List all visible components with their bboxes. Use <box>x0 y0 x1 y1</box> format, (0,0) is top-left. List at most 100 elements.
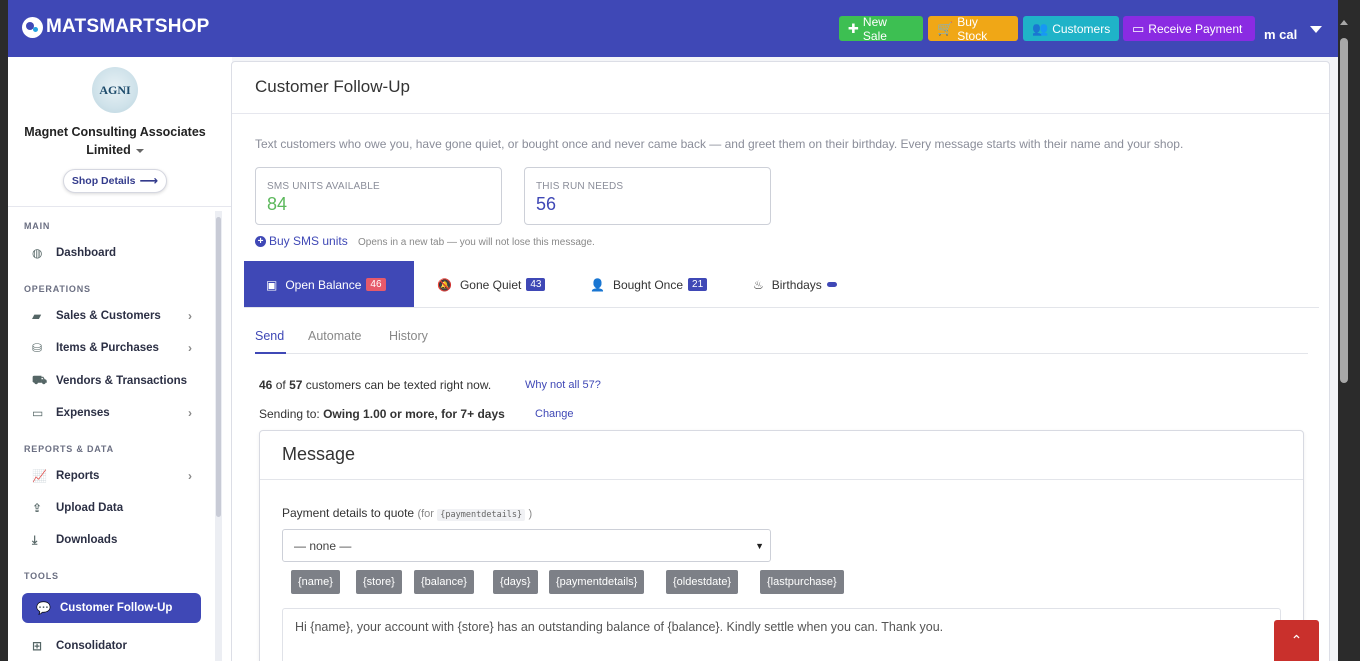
stat-value: 56 <box>536 194 557 214</box>
sidebar-item-label: Expenses <box>56 407 110 419</box>
chevron-right-icon: › <box>188 309 192 323</box>
shop-details-button[interactable]: Shop Details ⟶ <box>63 169 167 193</box>
sidebar-item-sales-customers[interactable]: ▰ Sales & Customers › <box>32 306 192 326</box>
chevron-right-icon: › <box>188 341 192 355</box>
count-badge: 43 <box>526 278 546 291</box>
stat-label: THIS RUN NEEDS <box>536 181 624 192</box>
message-title: Message <box>282 444 356 464</box>
payment-details-label: Payment details to quote (for {paymentde… <box>282 506 533 521</box>
sidebar-item-upload-data[interactable]: ⇪ Upload Data <box>32 498 192 518</box>
message-panel: Message Payment details to quote (for {p… <box>259 430 1304 661</box>
run-needs-stat: THIS RUN NEEDS 56 <box>524 167 771 225</box>
page-title: Customer Follow-Up <box>255 77 410 96</box>
token-paymentdetails[interactable]: {paymentdetails} <box>549 570 645 594</box>
boxes-icon: ⛁ <box>32 341 43 355</box>
message-header: Message <box>260 431 1303 480</box>
birthday-cake-icon: ♨ <box>753 277 764 292</box>
user-menu[interactable]: m cal <box>1264 27 1297 42</box>
sidebar-item-reports[interactable]: 📈 Reports › <box>32 466 192 486</box>
org-logo: AGNI <box>92 67 138 113</box>
tab-birthdays[interactable]: ♨ Birthdays <box>753 261 837 308</box>
sidebar-item-consolidator[interactable]: ⊞ Consolidator <box>32 636 192 656</box>
sidebar-item-label: Downloads <box>56 534 118 546</box>
chevron-right-icon: › <box>188 406 192 420</box>
org-switcher[interactable]: Magnet Consulting Associates Limited <box>8 123 222 159</box>
token-days[interactable]: {days} <box>493 570 538 594</box>
tab-label: Birthdays <box>771 277 822 292</box>
divider <box>8 206 232 207</box>
dashboard-icon: ◍ <box>32 246 43 260</box>
active-subtab-indicator <box>255 352 286 354</box>
receive-payment-button[interactable]: ▭ Receive Payment <box>1123 16 1255 41</box>
truck-icon: ⛟ <box>32 373 48 387</box>
org-name: Magnet Consulting Associates Limited <box>24 125 206 157</box>
sidebar-item-dashboard[interactable]: ◍ Dashboard <box>32 243 192 263</box>
upload-icon: ⇪ <box>32 501 43 515</box>
sidebar-scroll-thumb[interactable] <box>216 217 221 517</box>
sidebar-item-label: Upload Data <box>56 502 124 514</box>
tab-label: Gone Quiet <box>459 277 522 292</box>
tab-open-balance[interactable]: ▣ Open Balance 46 <box>244 261 414 308</box>
scroll-up-arrow-icon[interactable] <box>1340 20 1348 25</box>
sidebar-item-expenses[interactable]: ▭ Expenses › <box>32 403 192 423</box>
sidebar-item-label: Sales & Customers <box>56 310 161 322</box>
buy-sms-link[interactable]: + Buy SMS units <box>255 234 348 248</box>
count-badge: 46 <box>366 278 386 291</box>
change-criteria-link[interactable]: Change <box>535 408 574 420</box>
brand-logo-icon <box>22 16 43 38</box>
arrow-right-icon: ⟶ <box>139 173 159 188</box>
sidebar-item-label: Dashboard <box>56 247 117 259</box>
token-lastpurchase[interactable]: {lastpurchase} <box>760 570 844 594</box>
tab-label: Open Balance <box>285 277 362 292</box>
token-balance[interactable]: {balance} <box>414 570 474 594</box>
download-icon: ⤓ <box>32 532 38 547</box>
message-textarea[interactable]: Hi {name}, your account with {store} has… <box>282 608 1281 661</box>
new-sale-label: New Sale <box>862 14 887 43</box>
chevron-right-icon: › <box>188 469 192 483</box>
sending-to-criteria: Owing 1.00 or more, for 7+ days <box>323 407 505 421</box>
payment-for-suffix: ) <box>528 508 533 520</box>
sidebar-item-customer-follow-up[interactable]: 💬 Customer Follow-Up <box>22 593 201 623</box>
tab-gone-quiet[interactable]: 🔕 Gone Quiet 43 <box>437 261 546 308</box>
brand[interactable]: MATSMARTSHOP <box>22 16 210 38</box>
payment-details-select[interactable]: — none — ▼ <box>282 529 771 562</box>
chevron-down-icon: ▼ <box>755 541 764 551</box>
chevron-down-icon[interactable] <box>1310 26 1322 33</box>
stat-label: SMS UNITS AVAILABLE <box>267 181 380 192</box>
buy-stock-button[interactable]: 🛒 Buy Stock <box>928 15 1018 43</box>
sidebar: AGNI Magnet Consulting Associates Limite… <box>8 57 232 661</box>
token-store[interactable]: {store} <box>356 570 402 594</box>
why-not-all-link[interactable]: Why not all 57? <box>525 379 601 391</box>
tabs-divider <box>244 307 1319 308</box>
subtab-send[interactable]: Send <box>255 329 284 343</box>
customers-label: Customers <box>1052 21 1111 36</box>
count-badge <box>826 282 837 287</box>
sidebar-item-label: Items & Purchases <box>56 342 159 354</box>
sidebar-item-items-purchases[interactable]: ⛁ Items & Purchases › <box>32 338 192 358</box>
sidebar-item-vendors-transactions[interactable]: ⛟ Vendors & Transactions <box>32 371 192 391</box>
back-to-top-button[interactable]: ⌃ <box>1274 620 1319 661</box>
caret-down-icon <box>135 148 144 153</box>
subtab-history[interactable]: History <box>389 329 428 343</box>
token-oldestdate[interactable]: {oldestdate} <box>666 570 739 594</box>
token-name[interactable]: {name} <box>291 570 340 594</box>
tab-bought-once[interactable]: 👤 Bought Once 21 <box>590 261 708 308</box>
payment-for-code: {paymentdetails} <box>437 509 526 521</box>
customers-button[interactable]: 👥 Customers <box>1023 16 1119 41</box>
sitemap-icon: ⊞ <box>32 639 43 653</box>
credit-card-icon: ▭ <box>32 406 44 420</box>
card-header: Customer Follow-Up <box>232 62 1329 114</box>
sidebar-item-downloads[interactable]: ⤓ Downloads <box>32 530 192 550</box>
page-description: Text customers who owe you, have gone qu… <box>255 137 1184 151</box>
new-sale-button[interactable]: ✚ New Sale <box>839 14 923 43</box>
section-reports: REPORTS & DATA <box>24 444 114 454</box>
page-scroll-thumb[interactable] <box>1340 38 1348 383</box>
tab-label: Bought Once <box>612 277 684 292</box>
top-bar: MATSMARTSHOP ✚ New Sale 🛒 Buy Stock 👥 Cu… <box>8 0 1338 57</box>
line-chart-icon: 📈 <box>32 469 47 483</box>
section-operations: OPERATIONS <box>24 284 91 294</box>
brand-name: MATSMARTSHOP <box>46 16 210 37</box>
bell-slash-icon: 🔕 <box>437 277 452 292</box>
subtab-automate[interactable]: Automate <box>308 329 362 343</box>
payment-label-text: Payment details to quote <box>282 506 415 520</box>
